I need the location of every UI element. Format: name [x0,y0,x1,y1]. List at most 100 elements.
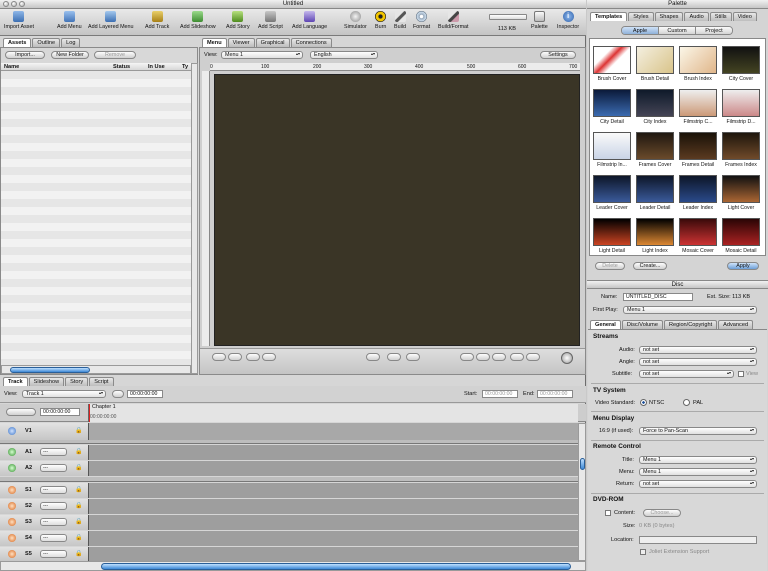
simulator-button[interactable]: Simulator [344,11,367,30]
tab-region-copyright[interactable]: Region/Copyright [663,320,718,329]
tab-script[interactable]: Script [89,377,114,386]
add-text-tool[interactable] [228,353,242,361]
timeline-horizontal-scrollbar[interactable] [0,561,586,571]
inspector-button[interactable]: i Inspector [557,11,579,30]
subtitle-track-icon[interactable] [8,550,16,558]
layout-tool[interactable] [526,353,540,361]
action-safe-tool[interactable] [406,353,420,361]
subtitle-track-lane[interactable] [88,547,578,561]
timeline-hscroll-thumb[interactable] [101,563,571,570]
format-button[interactable]: Format [413,11,430,30]
template-thumbnail[interactable] [679,89,717,117]
menu-view-select[interactable]: Menu 1 [221,51,303,59]
dvd-rom-content-checkbox[interactable] [605,510,611,516]
tab-viewer[interactable]: Viewer [227,38,255,47]
pal-radio[interactable] [683,399,690,406]
lock-icon[interactable]: 🔒 [75,427,82,434]
delete-template-button[interactable]: Delete [595,262,625,270]
column-status[interactable]: Status [113,64,130,70]
align-right-tool[interactable] [492,353,506,361]
tab-disc-volume[interactable]: Disc/Volume [621,320,663,329]
tab-general[interactable]: General [590,320,621,329]
joliet-checkbox[interactable] [640,549,646,555]
splitter[interactable] [0,440,586,444]
zoom-window-button[interactable] [19,1,25,7]
template-thumbnail[interactable] [636,46,674,74]
lock-icon[interactable]: 🔒 [75,534,82,541]
tab-templates[interactable]: Templates [590,12,628,21]
timeline-ruler[interactable]: Chapter 1 00:00:00:00 [88,404,578,422]
template-thumbnail[interactable] [679,175,717,203]
distribute-tool[interactable] [510,353,524,361]
audio-track-icon[interactable] [8,464,16,472]
settings-button[interactable]: Settings [540,51,576,59]
subtitle-stream-popup[interactable]: --- [40,486,67,494]
segment-apple[interactable]: Apple [622,27,658,34]
add-layered-menu-button[interactable]: Add Layered Menu [88,11,134,30]
lock-icon[interactable]: 🔒 [75,486,82,493]
template-thumbnail[interactable] [679,218,717,246]
palette-button[interactable]: Palette [531,11,548,30]
subtitle-track-icon[interactable] [8,502,16,510]
minimize-window-button[interactable] [11,1,17,7]
timeline-scroll-thumb[interactable] [580,458,585,470]
playhead-timecode-field[interactable]: 00:00:00:00 [40,408,80,416]
pan-scan-select[interactable]: Force to Pan-Scan [639,427,757,435]
template-thumbnail[interactable] [722,46,760,74]
audio-track-lane[interactable] [88,445,578,460]
template-thumbnail[interactable] [722,218,760,246]
add-menu-button[interactable]: Add Menu [57,11,82,30]
build-button[interactable]: Build [394,11,406,30]
add-slideshow-button[interactable]: Add Slideshow [180,11,216,30]
subtitle-view-checkbox[interactable] [738,371,744,377]
language-select[interactable]: English [310,51,378,59]
simulator-preview-icon[interactable] [561,352,573,364]
subtitle-select[interactable]: not set [639,370,734,378]
remove-button[interactable]: Remove [94,51,136,59]
playback-controls[interactable] [6,408,36,416]
tab-slideshow[interactable]: Slideshow [28,377,65,386]
assets-vertical-scrollbar[interactable] [191,63,198,374]
import-asset-button[interactable]: Import Asset [4,11,34,30]
track-view-select[interactable]: Track 1 [22,390,106,398]
template-thumbnail[interactable] [636,89,674,117]
subtitle-track-lane[interactable] [88,531,578,546]
title-safe-tool[interactable] [387,353,401,361]
tab-video[interactable]: Video [732,12,757,21]
lock-icon[interactable]: 🔒 [75,518,82,525]
choose-button[interactable]: Choose... [643,509,681,517]
send-backward-tool[interactable] [262,353,276,361]
preview-tool[interactable] [366,353,380,361]
burn-button[interactable]: Burn [375,11,386,30]
subtitle-track-icon[interactable] [8,486,16,494]
add-story-button[interactable]: Add Story [226,11,250,30]
column-type[interactable]: Ty [182,64,188,70]
tab-stills[interactable]: Stills [709,12,732,21]
create-template-button[interactable]: Create... [633,262,667,270]
tab-styles[interactable]: Styles [628,12,654,21]
audio-track-icon[interactable] [8,448,16,456]
tab-advanced[interactable]: Advanced [718,320,754,329]
template-thumbnail[interactable] [593,175,631,203]
add-script-button[interactable]: Add Script [258,11,283,30]
title-button-select[interactable]: Menu 1 [639,456,757,464]
menu-button-select[interactable]: Menu 1 [639,468,757,476]
subtitle-stream-popup[interactable]: --- [40,502,67,510]
segment-project[interactable]: Project [695,27,732,34]
template-thumbnail[interactable] [679,46,717,74]
lock-icon[interactable]: 🔒 [75,448,82,455]
template-thumbnail[interactable] [636,218,674,246]
template-thumbnail[interactable] [636,175,674,203]
template-thumbnail[interactable] [722,132,760,160]
disc-name-field[interactable]: UNTITLED_DISC [623,293,693,301]
template-thumbnail[interactable] [679,132,717,160]
tab-track[interactable]: Track [3,377,28,386]
template-thumbnail[interactable] [636,132,674,160]
column-name[interactable]: Name [4,64,19,70]
video-track-icon[interactable] [8,427,16,435]
subtitle-stream-popup[interactable]: --- [40,518,67,526]
tab-menu[interactable]: Menu [202,38,227,47]
subtitle-track-lane[interactable] [88,515,578,530]
location-field[interactable] [639,536,757,544]
ntsc-radio[interactable] [640,399,647,406]
